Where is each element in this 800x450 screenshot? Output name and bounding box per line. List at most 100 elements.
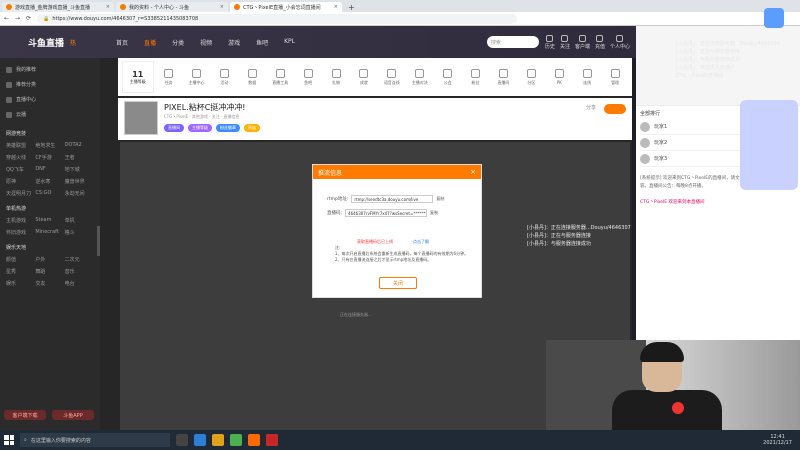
sidebar-cell[interactable]: CF手游 — [35, 154, 64, 161]
sidebar-item-category[interactable]: 推荐分类 — [6, 77, 94, 92]
tool-zone[interactable]: 分区 — [518, 68, 544, 86]
new-tab-button[interactable]: + — [342, 3, 361, 12]
recharge-button[interactable]: 充值 — [595, 34, 605, 50]
sidebar-cell[interactable]: 穿越火线 — [6, 154, 35, 161]
tab-profile[interactable]: 我的资料 - 个人中心 - 斗鱼 × — [116, 2, 228, 12]
nav-item-category[interactable]: 分类 — [172, 38, 184, 47]
copy-code-button[interactable]: 复制 — [430, 210, 438, 216]
sidebar-cell[interactable]: 怀旧游戏 — [6, 229, 35, 236]
back-icon[interactable]: ← — [4, 15, 9, 22]
sidebar-cell[interactable]: 舞蹈 — [35, 268, 64, 275]
tab-close-icon[interactable]: × — [220, 4, 224, 10]
tab-close-icon[interactable]: × — [334, 4, 338, 10]
tool-gift[interactable]: 礼物 — [323, 68, 349, 86]
sidebar-item-live-center[interactable]: 直播中心 — [6, 92, 94, 107]
level-box[interactable]: 11 主播等级 — [122, 61, 154, 93]
url-field[interactable]: 🔒 https://www.douyu.com/4646307_r=S338521… — [37, 13, 518, 24]
folder-icon[interactable] — [212, 434, 224, 446]
tool-battle[interactable]: 主播对决 — [407, 68, 433, 86]
sidebar-cell[interactable]: 原神 — [6, 178, 35, 185]
tab-live-room[interactable]: CTG丶PixelE直播_小会忘词直播间 × — [230, 2, 342, 12]
follow-button[interactable] — [604, 104, 626, 114]
edge-icon[interactable] — [194, 434, 206, 446]
nav-item-yuba[interactable]: 鱼吧 — [256, 38, 268, 47]
tool-manage[interactable]: 管理 — [602, 68, 628, 86]
sidebar-cell[interactable]: 交友 — [35, 280, 64, 287]
sidebar-cell[interactable]: 英雄联盟 — [6, 142, 35, 149]
history-button[interactable]: 历史 — [545, 34, 555, 50]
tool-activity[interactable]: 活动 — [211, 68, 237, 86]
app-download-button[interactable]: 斗鱼APP — [52, 410, 94, 420]
sidebar-cell[interactable]: Minecraft — [35, 229, 64, 236]
bird-icon[interactable] — [764, 8, 784, 28]
sidebar-cell[interactable]: 魔兽世界 — [65, 178, 94, 185]
promo-banner[interactable] — [740, 100, 798, 190]
sidebar-cell[interactable]: 电台 — [65, 280, 94, 287]
follow-list-button[interactable]: 关注 — [560, 34, 570, 50]
sidebar-cell[interactable]: 颜值 — [6, 256, 35, 263]
rtmp-field[interactable]: rtmp://sendtc3a.douyu.com/live — [351, 195, 434, 203]
nav-item-video[interactable]: 视频 — [200, 38, 212, 47]
douyu-icon[interactable] — [248, 434, 260, 446]
obs-icon[interactable] — [266, 434, 278, 446]
tool-achievement[interactable]: 成就 — [351, 68, 377, 86]
sidebar-cell[interactable]: 主机游戏 — [6, 217, 35, 224]
nav-item-game[interactable]: 游戏 — [228, 38, 240, 47]
avatar[interactable] — [124, 101, 158, 135]
sidebar-cell[interactable]: 逆水寒 — [35, 178, 64, 185]
tool-guild[interactable]: 公会 — [435, 68, 461, 86]
close-icon[interactable]: × — [470, 168, 476, 176]
nav-item-home[interactable]: 首页 — [116, 38, 128, 47]
sidebar-cell[interactable]: 王者 — [65, 154, 94, 161]
reload-icon[interactable]: ⟳ — [26, 15, 31, 22]
client-button[interactable]: 客户端 — [575, 34, 590, 50]
tool-pk[interactable]: PK — [546, 69, 572, 85]
tool-fans[interactable]: 粉丝 — [463, 68, 489, 86]
tool-anchor-center[interactable]: 主播中心 — [184, 68, 210, 86]
tool-voice[interactable]: 语音连线 — [379, 68, 405, 86]
dialog-close-button[interactable]: 关闭 — [379, 277, 417, 289]
sidebar-cell[interactable]: DNF — [35, 166, 64, 173]
tool-task[interactable]: 任务 — [156, 68, 182, 86]
tool-room[interactable]: 直播间 — [490, 68, 516, 86]
share-button[interactable]: 分享 — [586, 104, 596, 111]
sidebar-cell[interactable]: 户外 — [35, 256, 64, 263]
forward-icon[interactable]: → — [15, 15, 20, 22]
sidebar-cell[interactable]: 娱乐 — [6, 280, 35, 287]
copy-rtmp-button[interactable]: 复制 — [436, 196, 444, 202]
wechat-icon[interactable] — [230, 434, 242, 446]
site-logo[interactable]: 斗鱼直播 — [28, 36, 64, 49]
badge[interactable]: 直播间 — [164, 124, 184, 132]
sidebar-cell[interactable]: 格斗 — [65, 229, 94, 236]
tab-games[interactable]: 游戏直播_金牌游戏直播_斗鱼直播 × — [2, 2, 114, 12]
sidebar-cell[interactable]: 音乐 — [65, 268, 94, 275]
sidebar-cell[interactable]: 天涯明月刀 — [6, 190, 35, 197]
user-center-button[interactable]: 个人中心 — [610, 34, 630, 50]
badge[interactable]: 贵族 — [244, 124, 260, 132]
sidebar-cell[interactable]: 地下城 — [65, 166, 94, 173]
tool-live-tools[interactable]: 直播工具 — [267, 68, 293, 86]
sidebar-cell[interactable]: 永劫无间 — [65, 190, 94, 197]
taskbar-search[interactable]: ⌕ 在这里输入你要搜索的内容 — [20, 433, 170, 447]
stream-code-field[interactable]: 4646307rvFMYr7x47?wsSecret=******** — [345, 209, 428, 217]
sidebar-cell[interactable]: 二次元 — [65, 256, 94, 263]
sidebar-cell[interactable]: DOTA2 — [65, 142, 94, 149]
sidebar-cell[interactable]: QQ飞车 — [6, 166, 35, 173]
nav-item-kpl[interactable]: KPL — [284, 38, 295, 47]
sidebar-item-recommend[interactable]: 我的推荐 — [6, 62, 94, 77]
client-download-button[interactable]: 客户端下载 — [4, 410, 46, 420]
sidebar-item-cloud[interactable]: 云播 — [6, 107, 94, 122]
tab-close-icon[interactable]: × — [106, 4, 110, 10]
search-input[interactable]: 搜索 — [486, 36, 539, 48]
sidebar-cell[interactable]: 绝地求生 — [35, 142, 64, 149]
sidebar-cell[interactable]: CS:GO — [35, 190, 64, 197]
windows-start-icon[interactable] — [4, 435, 14, 445]
nav-item-live[interactable]: 直播 — [144, 38, 156, 47]
sidebar-cell[interactable]: Steam — [35, 217, 64, 224]
badge[interactable]: 粉丝徽章 — [216, 124, 240, 132]
sidebar-cell[interactable]: 单机 — [65, 217, 94, 224]
tool-link[interactable]: 连线 — [574, 68, 600, 86]
tool-data[interactable]: 数据 — [239, 68, 265, 86]
task-view-icon[interactable] — [176, 434, 188, 446]
tool-yuba[interactable]: 鱼吧 — [295, 68, 321, 86]
